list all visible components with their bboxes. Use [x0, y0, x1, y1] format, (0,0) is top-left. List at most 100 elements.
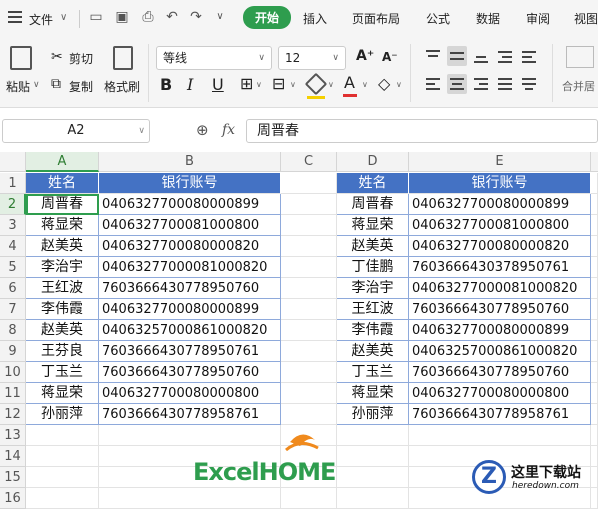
empty-cell[interactable]	[337, 446, 409, 467]
tab-view[interactable]: 视图	[574, 10, 598, 27]
row-header-10[interactable]: 10	[0, 362, 26, 383]
merge-center-button[interactable]: 合并居	[562, 78, 595, 94]
empty-cell[interactable]	[591, 341, 598, 362]
empty-cell[interactable]	[281, 278, 337, 299]
right-table-name-cell[interactable]: 李伟霞	[337, 320, 409, 341]
right-table-name-cell[interactable]: 赵美英	[337, 341, 409, 362]
empty-cell[interactable]	[591, 215, 598, 236]
font-name-dropdown[interactable]: 等线 ∨	[156, 46, 272, 70]
open-folder-icon[interactable]: ▭	[88, 9, 104, 25]
empty-cell[interactable]	[281, 257, 337, 278]
empty-cell[interactable]	[337, 425, 409, 446]
column-header-d[interactable]: D	[337, 152, 409, 172]
chevron-down-icon[interactable]: ∨	[396, 80, 402, 89]
chevron-down-icon[interactable]: ∨	[290, 80, 296, 89]
left-table-account-cell[interactable]: 0406327700080000899	[99, 299, 281, 320]
name-box[interactable]: A2 ∨	[2, 119, 150, 143]
paste-button[interactable]: 粘贴	[6, 78, 30, 95]
format-painter-icon[interactable]	[113, 46, 133, 70]
redo-icon[interactable]: ↷	[188, 9, 204, 25]
empty-cell[interactable]	[281, 488, 337, 509]
left-table-name-cell[interactable]: 王红波	[26, 278, 99, 299]
indent-decrease-icon[interactable]	[495, 46, 515, 66]
row-header-15[interactable]: 15	[0, 467, 26, 488]
chevron-down-icon[interactable]: ∨	[33, 80, 40, 90]
left-table-account-cell[interactable]: 7603666430778950760	[99, 362, 281, 383]
empty-cell[interactable]	[281, 236, 337, 257]
right-table-name-cell[interactable]: 孙丽萍	[337, 404, 409, 425]
bold-icon[interactable]: B	[160, 75, 172, 94]
row-header-1[interactable]: 1	[0, 173, 26, 194]
row-header-14[interactable]: 14	[0, 446, 26, 467]
right-table-header-account[interactable]: 银行账号	[409, 173, 591, 194]
function-icon[interactable]: fx	[222, 122, 235, 138]
empty-cell[interactable]	[26, 488, 99, 509]
right-table-account-cell[interactable]: 7603666430778950760	[409, 362, 591, 383]
empty-cell[interactable]	[26, 467, 99, 488]
right-table-name-cell[interactable]: 赵美英	[337, 236, 409, 257]
print-preview-icon[interactable]: ⎙	[140, 9, 156, 25]
left-table-name-cell[interactable]: 李治宇	[26, 257, 99, 278]
empty-cell[interactable]	[281, 299, 337, 320]
left-table-account-cell[interactable]: 0406327700081000800	[99, 215, 281, 236]
left-table-account-cell[interactable]: 7603666430778950760	[99, 278, 281, 299]
copy-button[interactable]: 复制	[69, 78, 93, 95]
left-table-name-cell[interactable]: 赵美英	[26, 320, 99, 341]
tab-data[interactable]: 数据	[476, 10, 500, 27]
right-table-account-cell[interactable]: 0406327700080000899	[409, 320, 591, 341]
right-table-name-cell[interactable]: 蒋显荣	[337, 215, 409, 236]
chevron-down-icon[interactable]: ∨	[60, 12, 67, 23]
row-header-4[interactable]: 4	[0, 236, 26, 257]
left-table-header-account[interactable]: 银行账号	[99, 173, 281, 194]
empty-cell[interactable]	[281, 215, 337, 236]
empty-cell[interactable]	[281, 362, 337, 383]
empty-cell[interactable]	[591, 194, 598, 215]
empty-cell[interactable]	[409, 425, 591, 446]
right-table-account-cell[interactable]: 7603666430778958761	[409, 404, 591, 425]
justify-icon[interactable]	[495, 74, 515, 94]
right-table-account-cell[interactable]: 04063257000861000820	[409, 341, 591, 362]
chevron-down-icon[interactable]: ∨	[256, 80, 262, 89]
chevron-down-icon[interactable]: ∨	[362, 80, 368, 89]
indent-increase-icon[interactable]	[519, 46, 539, 66]
font-color-icon[interactable]: A	[344, 73, 355, 92]
column-header-f[interactable]	[591, 152, 598, 172]
chevron-down-icon[interactable]: ∨	[212, 9, 228, 25]
right-table-name-cell[interactable]: 丁玉兰	[337, 362, 409, 383]
empty-cell[interactable]	[281, 341, 337, 362]
row-header-13[interactable]: 13	[0, 425, 26, 446]
cell-style-icon[interactable]: ⊟	[272, 74, 285, 93]
row-header-2[interactable]: 2	[0, 194, 26, 215]
empty-cell[interactable]	[281, 320, 337, 341]
distributed-align-icon[interactable]	[519, 74, 539, 94]
right-table-name-cell[interactable]: 蒋显荣	[337, 383, 409, 404]
font-size-dropdown[interactable]: 12 ∨	[278, 46, 346, 70]
copy-icon[interactable]: ⧉	[51, 76, 61, 92]
row-header-12[interactable]: 12	[0, 404, 26, 425]
empty-cell[interactable]	[26, 446, 99, 467]
chevron-down-icon[interactable]: ∨	[138, 120, 145, 142]
empty-cell[interactable]	[591, 320, 598, 341]
right-table-account-cell[interactable]: 7603666430778950760	[409, 299, 591, 320]
row-header-6[interactable]: 6	[0, 278, 26, 299]
row-header-11[interactable]: 11	[0, 383, 26, 404]
paste-icon[interactable]	[10, 46, 32, 70]
right-table-account-cell[interactable]: 7603666430378950761	[409, 257, 591, 278]
row-header-8[interactable]: 8	[0, 320, 26, 341]
save-icon[interactable]: ▣	[114, 9, 130, 25]
empty-cell[interactable]	[591, 278, 598, 299]
left-table-account-cell[interactable]: 0406327700080000899	[99, 194, 281, 215]
align-right-icon[interactable]	[471, 74, 491, 94]
scissors-icon[interactable]: ✂	[51, 49, 63, 65]
row-header-9[interactable]: 9	[0, 341, 26, 362]
formula-input[interactable]: 周晋春	[246, 119, 598, 143]
empty-cell[interactable]	[281, 194, 337, 215]
border-icon[interactable]: ⊞	[240, 74, 253, 93]
column-header-a[interactable]: A	[26, 152, 99, 172]
align-center-icon[interactable]	[447, 74, 467, 94]
align-top-icon[interactable]	[423, 46, 443, 66]
tab-insert[interactable]: 插入	[303, 10, 327, 27]
left-table-name-cell[interactable]: 周晋春	[26, 194, 99, 215]
left-table-name-cell[interactable]: 丁玉兰	[26, 362, 99, 383]
right-table-account-cell[interactable]: 0406327700080000820	[409, 236, 591, 257]
